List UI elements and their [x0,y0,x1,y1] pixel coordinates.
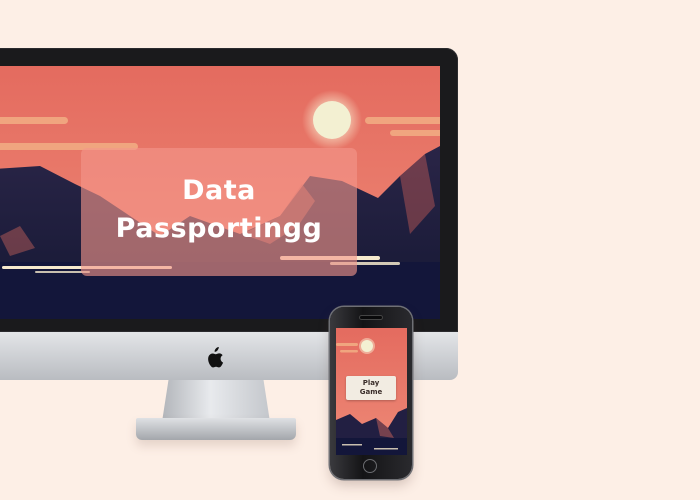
play-game-label-line-1: Play [362,379,380,387]
page-title: Data Passportingg [81,172,357,248]
apple-logo-icon [208,347,224,368]
imac-stand-base [136,418,296,440]
home-button-icon[interactable] [363,459,377,473]
title-overlay: Data Passportingg [81,148,357,276]
imac-stand [162,380,270,422]
play-game-label-line-2: Game [359,388,383,396]
play-game-button[interactable]: Play Game [346,376,396,400]
desktop-screen: Data Passportingg [0,66,440,319]
phone-speaker [360,316,382,319]
title-line-2: Passportingg [115,213,323,244]
mobile-screen: Play Game [336,328,407,455]
title-line-1: Data [182,175,256,206]
